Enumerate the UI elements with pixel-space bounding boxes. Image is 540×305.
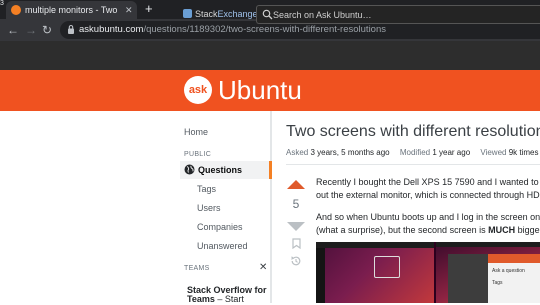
askubuntu-favicon-icon bbox=[11, 5, 21, 15]
question-body-line: out the external monitor, which is conne… bbox=[316, 190, 540, 200]
url-text: askubuntu.com/questions/1189302/two-scre… bbox=[79, 23, 386, 37]
screenshot-browser-window: Ask a question Tags bbox=[488, 254, 540, 303]
viewed-label: Viewed bbox=[480, 148, 507, 157]
sidebar-item-questions[interactable]: Questions bbox=[180, 161, 272, 179]
logo-ask-text: ask bbox=[188, 84, 208, 96]
modified-label: Modified bbox=[399, 148, 431, 157]
asked-label: Asked bbox=[286, 148, 309, 157]
question-body-line: Recently I bought the Dell XPS 15 7590 a… bbox=[316, 177, 540, 187]
question-screenshot-image[interactable]: Ask a question Tags bbox=[316, 242, 540, 303]
stackexchange-mark-icon bbox=[183, 9, 192, 18]
question-body-line: And so when Ubuntu boots up and I log in… bbox=[316, 212, 540, 222]
screenshot-topbar bbox=[436, 242, 540, 247]
question-title[interactable]: Two screens with different resolutions bbox=[286, 121, 540, 143]
viewed-value: 9k times bbox=[508, 148, 539, 157]
modified-value[interactable]: 1 year ago bbox=[432, 148, 470, 157]
body-text: (what a surprise), but the second screen… bbox=[316, 225, 489, 235]
globe-icon bbox=[184, 164, 195, 175]
screenshot-dock bbox=[316, 248, 325, 303]
lock-icon bbox=[68, 25, 74, 34]
question-body-line: (what a surprise), but the second screen… bbox=[316, 223, 540, 237]
new-tab-icon[interactable]: + bbox=[145, 2, 153, 16]
sidebar-item-users[interactable]: Users bbox=[197, 202, 221, 214]
sidebar-item-tags[interactable]: Tags bbox=[197, 183, 216, 195]
forward-icon[interactable]: → bbox=[25, 22, 37, 38]
screenshot-window-outline bbox=[374, 256, 400, 278]
site-search-input[interactable]: Search on Ask Ubuntu… bbox=[256, 5, 540, 24]
sidebar-item-companies[interactable]: Companies bbox=[197, 221, 243, 233]
stackexchange-logo[interactable]: StackExchange bbox=[183, 8, 258, 21]
downvote-arrow-icon[interactable] bbox=[287, 222, 305, 231]
sidebar-questions-label: Questions bbox=[198, 165, 243, 175]
screenshot-text: Ask a question bbox=[492, 268, 525, 274]
body-bold-text: MUCH bbox=[488, 225, 516, 235]
screenshot-topbar bbox=[316, 242, 434, 248]
question-divider bbox=[286, 164, 540, 165]
history-icon[interactable] bbox=[290, 255, 302, 267]
tab-title: multiple monitors - Two s bbox=[25, 5, 120, 15]
teams-close-icon[interactable]: ✕ bbox=[259, 262, 267, 274]
body-text: bigger tha bbox=[517, 225, 540, 235]
browser-tab[interactable]: multiple monitors - Two s ✕ bbox=[6, 1, 137, 19]
question-meta: Asked 3 years, 5 months ago Modified 1 y… bbox=[286, 147, 540, 158]
sidebar-item-unanswered[interactable]: Unanswered bbox=[197, 240, 248, 252]
search-placeholder: Search on Ask Ubuntu… bbox=[273, 10, 372, 20]
vote-count: 5 bbox=[292, 197, 300, 211]
sidebar-divider bbox=[270, 111, 272, 303]
asked-value: 3 years, 5 months ago bbox=[310, 148, 390, 157]
screenshot-dark-window bbox=[448, 254, 488, 303]
reload-icon[interactable]: ↻ bbox=[42, 22, 52, 38]
url-path: /questions/1189302/two-screens-with-diff… bbox=[143, 24, 386, 35]
left-sidebar bbox=[0, 111, 272, 303]
screenshot-text: Tags bbox=[492, 280, 503, 286]
logo-exchange-text: Exchange bbox=[217, 9, 258, 19]
upvote-arrow-icon[interactable] bbox=[287, 180, 305, 189]
sidebar-section-teams: TEAMS bbox=[184, 265, 210, 272]
url-host: askubuntu.com bbox=[79, 24, 144, 35]
search-icon bbox=[262, 9, 273, 20]
sidebar-section-public: PUBLIC bbox=[184, 151, 212, 158]
tab-close-icon[interactable]: ✕ bbox=[125, 4, 133, 16]
logo-ubuntu-text[interactable]: Ubuntu bbox=[218, 74, 302, 106]
teams-promo-subtitle[interactable]: Teams – Start bbox=[187, 294, 244, 305]
back-icon[interactable]: ← bbox=[7, 22, 19, 38]
bookmark-icon[interactable] bbox=[292, 238, 301, 249]
sidebar-item-home[interactable]: Home bbox=[184, 126, 208, 138]
logo-stack-text: Stack bbox=[195, 9, 218, 19]
stackexchange-topbar bbox=[0, 41, 540, 70]
screenshot-orange-header bbox=[488, 254, 540, 263]
